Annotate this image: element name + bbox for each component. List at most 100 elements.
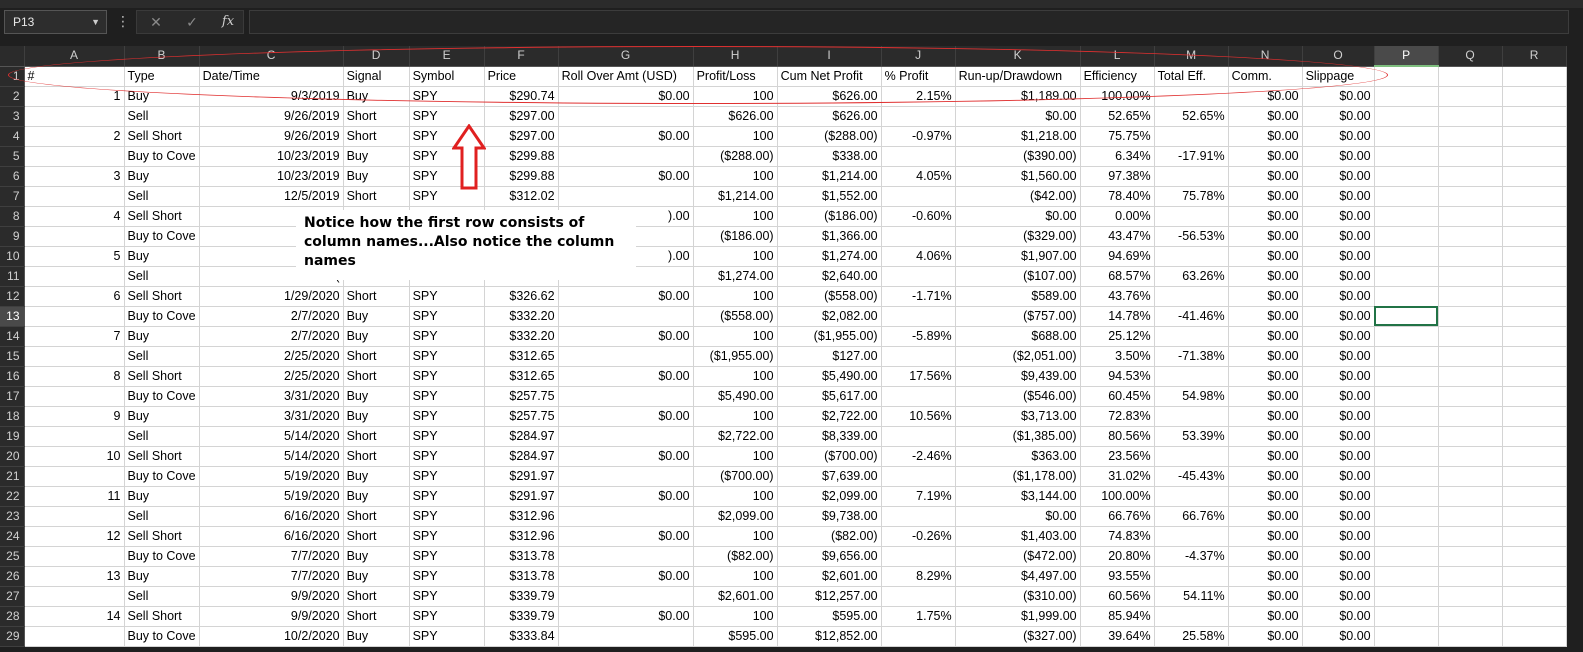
- cell-j8[interactable]: -0.60%: [881, 206, 956, 227]
- cell-c20[interactable]: 5/14/2020: [199, 446, 344, 467]
- cell-l18[interactable]: 72.83%: [1080, 406, 1155, 427]
- cell-g19[interactable]: [558, 426, 694, 447]
- cell-l15[interactable]: 3.50%: [1080, 346, 1155, 367]
- cell-a26[interactable]: 13: [24, 566, 125, 587]
- cell-p9[interactable]: [1374, 226, 1439, 247]
- cell-b13[interactable]: Buy to Cove: [124, 306, 200, 327]
- cell-b7[interactable]: Sell: [124, 186, 200, 207]
- cell-p16[interactable]: [1374, 366, 1439, 387]
- cell-g1[interactable]: Roll Over Amt (USD): [558, 66, 694, 87]
- cell-f4[interactable]: $297.00: [484, 126, 559, 147]
- cell-i28[interactable]: $595.00: [777, 606, 882, 627]
- cell-r6[interactable]: [1502, 166, 1567, 187]
- cell-l25[interactable]: 20.80%: [1080, 546, 1155, 567]
- cell-d27[interactable]: Short: [343, 586, 410, 607]
- cell-m9[interactable]: -56.53%: [1154, 226, 1229, 247]
- cell-c29[interactable]: 10/2/2020: [199, 626, 344, 647]
- cell-p21[interactable]: [1374, 466, 1439, 487]
- cell-c28[interactable]: 9/9/2020: [199, 606, 344, 627]
- cell-r7[interactable]: [1502, 186, 1567, 207]
- cell-o17[interactable]: $0.00: [1302, 386, 1375, 407]
- chevron-down-icon[interactable]: ▼: [91, 11, 100, 33]
- cell-a11[interactable]: [24, 266, 125, 287]
- cell-h6[interactable]: 100: [693, 166, 778, 187]
- column-header-l[interactable]: L: [1080, 46, 1155, 67]
- cell-f2[interactable]: $290.74: [484, 86, 559, 107]
- cell-q2[interactable]: [1438, 86, 1503, 107]
- cell-k24[interactable]: $1,403.00: [955, 526, 1081, 547]
- cell-n6[interactable]: $0.00: [1228, 166, 1303, 187]
- cell-b5[interactable]: Buy to Cove: [124, 146, 200, 167]
- cell-c19[interactable]: 5/14/2020: [199, 426, 344, 447]
- cell-j21[interactable]: [881, 466, 956, 487]
- row-header[interactable]: 6: [0, 166, 25, 187]
- cell-f3[interactable]: $297.00: [484, 106, 559, 127]
- cell-i6[interactable]: $1,214.00: [777, 166, 882, 187]
- cell-h15[interactable]: ($1,955.00): [693, 346, 778, 367]
- cell-r25[interactable]: [1502, 546, 1567, 567]
- cell-j29[interactable]: [881, 626, 956, 647]
- select-all-corner[interactable]: [0, 46, 25, 67]
- cell-j20[interactable]: -2.46%: [881, 446, 956, 467]
- cell-k6[interactable]: $1,560.00: [955, 166, 1081, 187]
- cell-q12[interactable]: [1438, 286, 1503, 307]
- cell-o8[interactable]: $0.00: [1302, 206, 1375, 227]
- row-header[interactable]: 26: [0, 566, 25, 587]
- cell-i5[interactable]: $338.00: [777, 146, 882, 167]
- cell-i7[interactable]: $1,552.00: [777, 186, 882, 207]
- cell-h4[interactable]: 100: [693, 126, 778, 147]
- cell-o16[interactable]: $0.00: [1302, 366, 1375, 387]
- cell-j19[interactable]: [881, 426, 956, 447]
- cell-a1[interactable]: #: [24, 66, 125, 87]
- cell-e22[interactable]: SPY: [409, 486, 485, 507]
- cell-a29[interactable]: [24, 626, 125, 647]
- cell-q21[interactable]: [1438, 466, 1503, 487]
- cell-l26[interactable]: 93.55%: [1080, 566, 1155, 587]
- cell-l19[interactable]: 80.56%: [1080, 426, 1155, 447]
- cell-d18[interactable]: Buy: [343, 406, 410, 427]
- cell-l27[interactable]: 60.56%: [1080, 586, 1155, 607]
- cell-r2[interactable]: [1502, 86, 1567, 107]
- row-header[interactable]: 14: [0, 326, 25, 347]
- cell-l23[interactable]: 66.76%: [1080, 506, 1155, 527]
- cell-c3[interactable]: 9/26/2019: [199, 106, 344, 127]
- cell-p1[interactable]: [1374, 66, 1439, 87]
- cell-r13[interactable]: [1502, 306, 1567, 327]
- cell-g4[interactable]: $0.00: [558, 126, 694, 147]
- cell-r12[interactable]: [1502, 286, 1567, 307]
- cell-c27[interactable]: 9/9/2020: [199, 586, 344, 607]
- cell-f12[interactable]: $326.62: [484, 286, 559, 307]
- cell-i10[interactable]: $1,274.00: [777, 246, 882, 267]
- column-header-k[interactable]: K: [955, 46, 1081, 67]
- cell-h7[interactable]: $1,214.00: [693, 186, 778, 207]
- cell-q6[interactable]: [1438, 166, 1503, 187]
- cell-b1[interactable]: Type: [124, 66, 200, 87]
- cell-d1[interactable]: Signal: [343, 66, 410, 87]
- cell-q23[interactable]: [1438, 506, 1503, 527]
- cell-a21[interactable]: [24, 466, 125, 487]
- cell-h3[interactable]: $626.00: [693, 106, 778, 127]
- cell-m25[interactable]: -4.37%: [1154, 546, 1229, 567]
- row-header[interactable]: 10: [0, 246, 25, 267]
- cell-g18[interactable]: $0.00: [558, 406, 694, 427]
- cell-c4[interactable]: 9/26/2019: [199, 126, 344, 147]
- cell-r17[interactable]: [1502, 386, 1567, 407]
- cell-e28[interactable]: SPY: [409, 606, 485, 627]
- cell-d24[interactable]: Short: [343, 526, 410, 547]
- cell-p8[interactable]: [1374, 206, 1439, 227]
- cell-m19[interactable]: 53.39%: [1154, 426, 1229, 447]
- cell-a12[interactable]: 6: [24, 286, 125, 307]
- cell-k27[interactable]: ($310.00): [955, 586, 1081, 607]
- cell-f14[interactable]: $332.20: [484, 326, 559, 347]
- cell-f29[interactable]: $333.84: [484, 626, 559, 647]
- cell-n23[interactable]: $0.00: [1228, 506, 1303, 527]
- cell-j3[interactable]: [881, 106, 956, 127]
- cell-g21[interactable]: [558, 466, 694, 487]
- cell-r18[interactable]: [1502, 406, 1567, 427]
- cell-p25[interactable]: [1374, 546, 1439, 567]
- cell-b14[interactable]: Buy: [124, 326, 200, 347]
- column-header-g[interactable]: G: [558, 46, 694, 67]
- cell-d26[interactable]: Buy: [343, 566, 410, 587]
- cell-p13[interactable]: [1374, 306, 1439, 327]
- cell-d15[interactable]: Short: [343, 346, 410, 367]
